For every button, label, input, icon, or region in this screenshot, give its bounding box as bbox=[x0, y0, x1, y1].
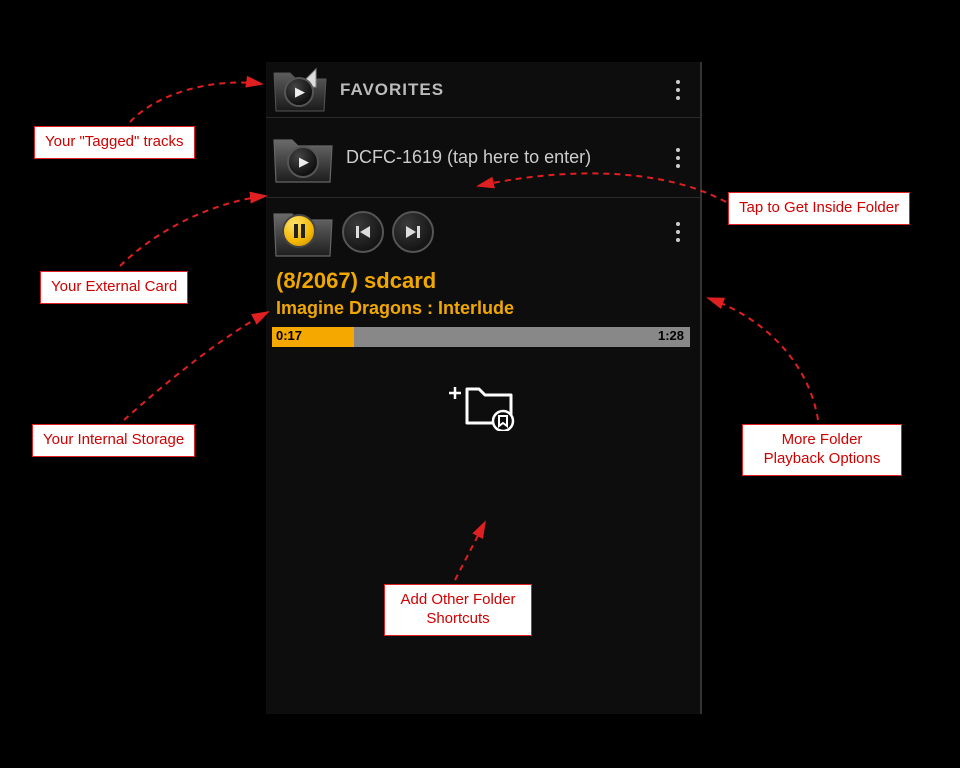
play-icon: ▶ bbox=[284, 77, 314, 107]
favorites-menu-button[interactable] bbox=[666, 75, 690, 105]
total-time: 1:28 bbox=[658, 328, 684, 343]
track-title: Imagine Dragons : Interlude bbox=[276, 298, 690, 319]
favorites-label: FAVORITES bbox=[340, 80, 666, 100]
callout-tagged-tracks: Your "Tagged" tracks bbox=[34, 126, 195, 159]
play-icon: ▶ bbox=[287, 146, 319, 178]
add-folder-shortcut-button[interactable] bbox=[445, 375, 517, 431]
callout-internal-storage: Your Internal Storage bbox=[32, 424, 195, 457]
favorites-row[interactable]: ▶ FAVORITES bbox=[266, 62, 700, 118]
sdcard-controls bbox=[272, 206, 690, 258]
now-playing-info: (8/2067) sdcard Imagine Dragons : Interl… bbox=[272, 268, 690, 319]
previous-track-button[interactable] bbox=[342, 211, 384, 253]
sdcard-row: (8/2067) sdcard Imagine Dragons : Interl… bbox=[266, 198, 700, 431]
callout-add-shortcuts: Add Other Folder Shortcuts bbox=[384, 584, 532, 636]
progress-bar[interactable]: 0:17 1:28 bbox=[272, 327, 690, 347]
sdcard-folder-icon bbox=[272, 206, 334, 258]
callout-external-card: Your External Card bbox=[40, 271, 188, 304]
favorites-folder-icon: ▶ bbox=[272, 67, 328, 113]
sdcard-menu-button[interactable] bbox=[666, 217, 690, 247]
pause-icon[interactable] bbox=[282, 214, 316, 248]
callout-more-options: More Folder Playback Options bbox=[742, 424, 902, 476]
folder-row[interactable]: ▶ DCFC-1619 (tap here to enter) bbox=[266, 118, 700, 198]
folder-menu-button[interactable] bbox=[666, 143, 690, 173]
folder-label: DCFC-1619 (tap here to enter) bbox=[346, 147, 666, 168]
track-counter: (8/2067) sdcard bbox=[276, 268, 690, 294]
elapsed-time: 0:17 bbox=[276, 328, 302, 343]
folder-icon: ▶ bbox=[272, 132, 334, 184]
next-track-button[interactable] bbox=[392, 211, 434, 253]
callout-tap-inside-folder: Tap to Get Inside Folder bbox=[728, 192, 910, 225]
